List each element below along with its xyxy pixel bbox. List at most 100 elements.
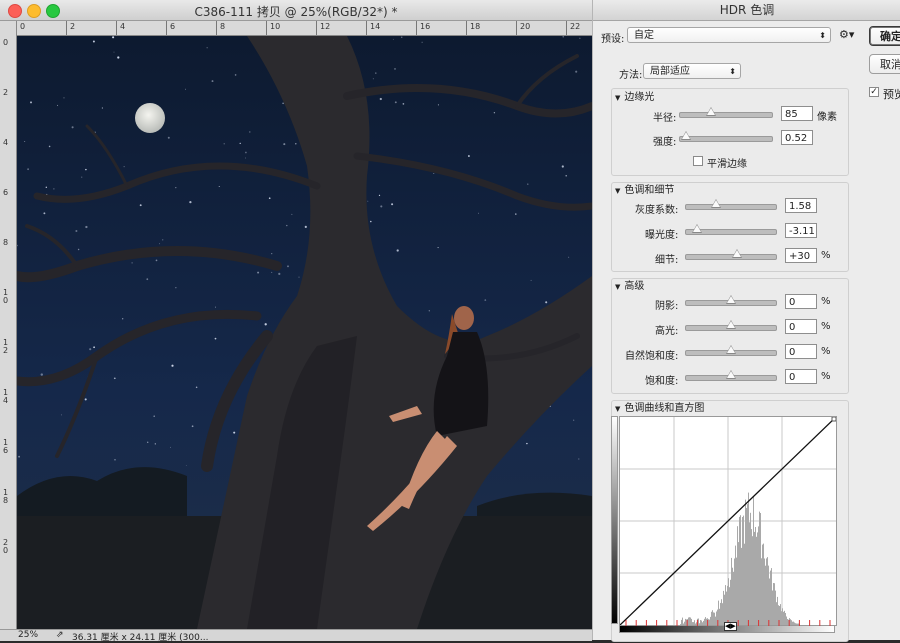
saturation-input[interactable]: 0 [785,369,817,384]
gamma-input[interactable]: 1.58 [785,198,817,213]
curve-histogram-graph[interactable] [619,416,837,626]
histogram-bar [752,536,753,625]
star [304,225,307,229]
detail-input[interactable]: +30 [785,248,817,263]
slider-thumb[interactable] [680,131,691,140]
shadow-slider[interactable] [685,295,777,306]
histogram-bar [742,517,743,625]
curve-adjust-icon[interactable]: ◀▶ [724,622,737,631]
star [223,143,225,145]
cancel-button[interactable]: 取消 [869,54,900,74]
ok-button[interactable]: 确定 [869,26,900,46]
histogram-bar [762,544,763,625]
ruler-tick-label: 1 6 [3,438,9,455]
preset-select[interactable]: 自定 ⬍ [627,27,831,43]
vibrance-slider[interactable] [685,345,777,356]
highlight-slider[interactable] [685,320,777,331]
shadow-input[interactable]: 0 [785,294,817,309]
star [401,36,403,38]
exposure-slider[interactable] [685,224,777,235]
star [89,348,92,351]
slider-thumb[interactable] [726,295,736,304]
histogram-bar [767,557,768,625]
horizontal-ruler[interactable]: 0 2 4 6 8 10 12 14 16 18 20 22 [16,21,592,36]
ruler-tick-label: 14 [370,22,381,31]
slider-thumb[interactable] [710,199,721,208]
curve-title[interactable]: ▼ 色调曲线和直方图 [615,399,704,414]
saturation-unit: % [821,371,831,382]
smooth-edges-checkbox[interactable] [693,156,703,166]
histogram-bar [749,522,750,625]
star [75,229,78,233]
star [264,323,267,326]
star [484,299,487,301]
document-window: C386-111 拷贝 @ 25%(RGB/32*) * 0 2 4 6 8 10 12 14… [0,0,592,643]
histogram-bar [747,504,748,625]
saturation-slider[interactable] [685,370,777,381]
star [147,441,149,443]
star [375,72,377,74]
star [169,446,171,448]
histogram-bar [743,515,744,625]
vertical-ruler[interactable]: 0 2 4 6 8 1 0 1 2 1 4 1 6 1 8 2 0 [0,21,17,629]
edge-glow-title[interactable]: ▼ 边缘光 [615,88,654,103]
star [214,337,217,340]
slider-thumb[interactable] [732,249,743,258]
curve-svg [620,417,836,625]
method-select[interactable]: 局部适应 ⬍ [643,63,741,79]
gamma-slider[interactable] [685,199,777,210]
slider-thumb[interactable] [726,370,736,379]
curve-point[interactable] [831,417,836,422]
dialog-title: HDR 色调 [593,0,900,21]
highlight-input[interactable]: 0 [785,319,817,334]
histogram-bar [738,542,739,625]
advanced-title[interactable]: ▼ 高级 [615,277,644,292]
preset-label: 预设: [601,34,625,45]
histogram-bar [741,547,742,625]
vibrance-input[interactable]: 0 [785,344,817,359]
smooth-edges-label: 平滑边缘 [707,159,747,170]
star [71,126,74,129]
ruler-tick [416,21,417,35]
star [167,136,170,139]
ruler-tick [66,21,67,35]
star [428,310,430,312]
star [40,373,43,376]
histogram-bar [764,558,765,625]
radius-input[interactable]: 85 [781,106,813,121]
strength-slider[interactable] [679,131,773,142]
star [63,97,65,99]
ruler-tick-label: 16 [420,22,431,31]
tone-detail-title[interactable]: ▼ 色调和细节 [615,181,674,196]
ruler-tick-label: 18 [470,22,481,31]
exposure-input[interactable]: -3.11 [785,223,817,238]
select-arrows-icon: ⬍ [729,67,736,76]
preset-gear-icon[interactable]: ⚙▾ [839,28,854,41]
slider-thumb[interactable] [706,107,717,116]
star [287,265,289,268]
strength-input[interactable]: 0.52 [781,130,813,145]
document-title: C386-111 拷贝 @ 25%(RGB/32*) * [194,5,398,19]
image-canvas[interactable] [17,36,592,629]
ruler-tick-label: 1 4 [3,388,9,405]
input-gradient: ◀▶ [619,620,835,633]
slider-thumb[interactable] [726,345,736,354]
star [195,386,198,389]
detail-slider[interactable] [685,249,777,260]
share-icon[interactable]: ⇗ [56,630,64,640]
ruler-tick-label: 4 [120,22,126,31]
radius-slider[interactable] [679,107,773,118]
star [146,278,149,281]
histogram-bar [755,527,756,625]
radius-label: 半径: [653,113,677,124]
preview-checkbox[interactable]: ✓ [869,87,879,97]
ruler-tick-label: 8 [3,238,9,247]
star [568,256,570,258]
star [370,220,372,223]
star [155,259,158,262]
slider-thumb[interactable] [691,224,702,233]
slider-thumb[interactable] [726,320,736,329]
status-bar: 25% ⇗ 36.31 厘米 x 24.11 厘米 (300... [0,629,592,643]
disclosure-triangle-icon: ▼ [615,94,621,102]
zoom-level[interactable]: 25% [18,630,38,640]
